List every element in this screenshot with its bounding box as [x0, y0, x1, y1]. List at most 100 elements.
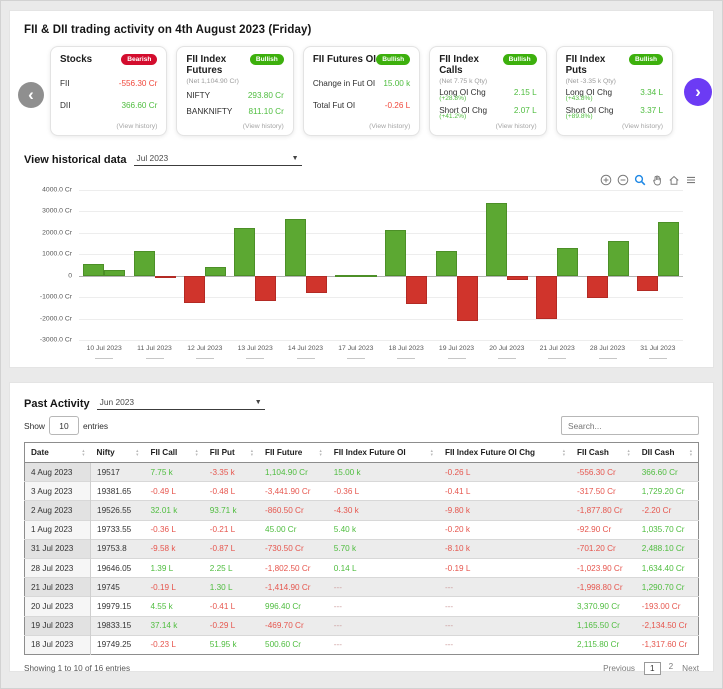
- value-cell: 51.95 k: [204, 635, 259, 654]
- metric-value: 3.37 L: [640, 106, 663, 115]
- value-cell: -1,414.90 Cr: [259, 578, 328, 597]
- gridline: [79, 233, 683, 234]
- value-cell: 5.40 k: [328, 520, 439, 539]
- value-cell: -2,134.50 Cr: [636, 616, 699, 635]
- column-header-fii-put[interactable]: FII Put▴▾: [204, 443, 259, 463]
- value-cell: -1,023.90 Cr: [571, 558, 636, 577]
- value-cell: -0.20 k: [439, 520, 571, 539]
- value-cell: ---: [328, 635, 439, 654]
- bar-dii-cash: [406, 276, 427, 304]
- column-header-date[interactable]: Date▴▾: [25, 443, 91, 463]
- view-history-link[interactable]: (View history): [186, 123, 283, 130]
- pagination: Previous 12 Next: [603, 662, 699, 675]
- pagination-next[interactable]: Next: [682, 664, 699, 673]
- y-axis-tick-label: 4000.0 Cr: [24, 187, 72, 194]
- x-axis-tick-label: 21 Jul 2023: [540, 345, 575, 352]
- summary-card-stocks: StocksBearishFII-556.30 CrDII366.60 Cr(V…: [50, 46, 167, 136]
- x-axis-tick: [548, 358, 566, 359]
- y-axis-tick-label: -1000.0 Cr: [24, 294, 72, 301]
- card-title: FII Index Futures: [186, 54, 249, 77]
- card-title: FII Index Puts: [566, 54, 629, 77]
- card-title: Stocks: [60, 54, 92, 65]
- value-cell: -1,877.80 Cr: [571, 501, 636, 520]
- x-axis-tick-label: 13 Jul 2023: [238, 345, 273, 352]
- bar-dii-cash: [658, 222, 679, 275]
- pan-icon[interactable]: [651, 174, 663, 186]
- search-input[interactable]: [561, 416, 699, 435]
- x-axis-tick: [196, 358, 214, 359]
- zoom-in-icon[interactable]: [600, 174, 612, 186]
- column-header-fii-index-future-oi[interactable]: FII Index Future OI ▴▾: [328, 443, 439, 463]
- table-row: 3 Aug 202319381.65-0.49 L-0.48 L-3,441.9…: [25, 482, 699, 501]
- bar-dii-cash: [306, 276, 327, 293]
- card-subtitle: (Net 7.75 k Qty): [439, 78, 502, 85]
- value-cell: 19526.55: [91, 501, 145, 520]
- value-cell: 366.60 Cr: [636, 463, 699, 482]
- date-cell: 19 Jul 2023: [25, 616, 91, 635]
- value-cell: 15.00 k: [328, 463, 439, 482]
- historical-month-value: Jul 2023: [137, 153, 169, 163]
- entries-count-input[interactable]: [49, 416, 79, 435]
- table-row: 28 Jul 202319646.051.39 L2.25 L-1,802.50…: [25, 558, 699, 577]
- value-cell: ---: [328, 616, 439, 635]
- value-cell: 1,104.90 Cr: [259, 463, 328, 482]
- value-cell: ---: [439, 616, 571, 635]
- column-header-dii-cash[interactable]: DII Cash▴▾: [636, 443, 699, 463]
- column-header-fii-future[interactable]: FII Future▴▾: [259, 443, 328, 463]
- value-cell: -0.41 L: [204, 597, 259, 616]
- carousel-next-button[interactable]: ›: [684, 78, 712, 106]
- sort-icon: ▴▾: [136, 449, 138, 457]
- card-subtitle: (Net 1,104.90 Cr): [186, 78, 249, 85]
- x-axis-tick-label: 10 Jul 2023: [87, 345, 122, 352]
- sort-icon: ▴▾: [431, 449, 433, 457]
- date-cell: 1 Aug 2023: [25, 520, 91, 539]
- value-cell: 4.55 k: [144, 597, 203, 616]
- column-header-fii-index-future-oi-chg[interactable]: FII Index Future OI Chg▴▾: [439, 443, 571, 463]
- value-cell: -0.26 L: [439, 463, 571, 482]
- historical-heading: View historical data: [24, 154, 127, 166]
- chevron-left-icon: ‹: [28, 86, 34, 103]
- pagination-page-1[interactable]: 1: [644, 662, 661, 675]
- y-axis-tick-label: 3000.0 Cr: [24, 208, 72, 215]
- zoom-select-icon[interactable]: [634, 174, 646, 186]
- table-row: 1 Aug 202319733.55-0.36 L-0.21 L45.00 Cr…: [25, 520, 699, 539]
- bar-fii-cash: [536, 276, 557, 319]
- past-activity-table: Date▴▾Nifty▴▾FII Call▴▾FII Put▴▾FII Futu…: [24, 442, 699, 655]
- date-cell: 2 Aug 2023: [25, 501, 91, 520]
- view-history-link[interactable]: (View history): [439, 123, 536, 130]
- past-activity-heading: Past Activity: [24, 398, 90, 410]
- value-cell: 19733.55: [91, 520, 145, 539]
- column-header-label: FII Call: [150, 448, 177, 457]
- column-header-fii-call[interactable]: FII Call▴▾: [144, 443, 203, 463]
- value-cell: 1.39 L: [144, 558, 203, 577]
- value-cell: ---: [439, 597, 571, 616]
- view-history-link[interactable]: (View history): [566, 123, 663, 130]
- reset-home-icon[interactable]: [668, 174, 680, 186]
- card-title: FII Index Calls: [439, 54, 502, 77]
- column-header-label: FII Index Future OI: [334, 448, 406, 457]
- bar-fii-cash: [234, 228, 255, 276]
- bar-fii-cash: [83, 264, 104, 276]
- past-activity-month-select[interactable]: Jun 2023 ▼: [97, 395, 265, 410]
- column-header-fii-cash[interactable]: FII Cash▴▾: [571, 443, 636, 463]
- metric-label: Total Fut OI: [313, 101, 355, 110]
- chevron-down-icon: ▼: [292, 155, 299, 162]
- column-header-nifty[interactable]: Nifty▴▾: [91, 443, 145, 463]
- gridline: [79, 319, 683, 320]
- value-cell: -0.19 L: [144, 578, 203, 597]
- zoom-out-icon[interactable]: [617, 174, 629, 186]
- value-cell: -9.58 k: [144, 539, 203, 558]
- historical-section-head: View historical data Jul 2023 ▼: [24, 151, 699, 166]
- pagination-page-2[interactable]: 2: [669, 662, 674, 675]
- y-axis-tick-label: 0: [24, 272, 72, 279]
- historical-month-select[interactable]: Jul 2023 ▼: [134, 151, 302, 166]
- menu-icon[interactable]: [685, 174, 697, 186]
- gridline: [79, 211, 683, 212]
- value-cell: -701.20 Cr: [571, 539, 636, 558]
- view-history-link[interactable]: (View history): [60, 123, 157, 130]
- metric-value: 3.34 L: [640, 88, 663, 97]
- carousel-prev-button[interactable]: ‹: [18, 82, 44, 108]
- pagination-previous[interactable]: Previous: [603, 664, 635, 673]
- view-history-link[interactable]: (View history): [313, 123, 410, 130]
- sentiment-badge: Bullish: [503, 54, 537, 65]
